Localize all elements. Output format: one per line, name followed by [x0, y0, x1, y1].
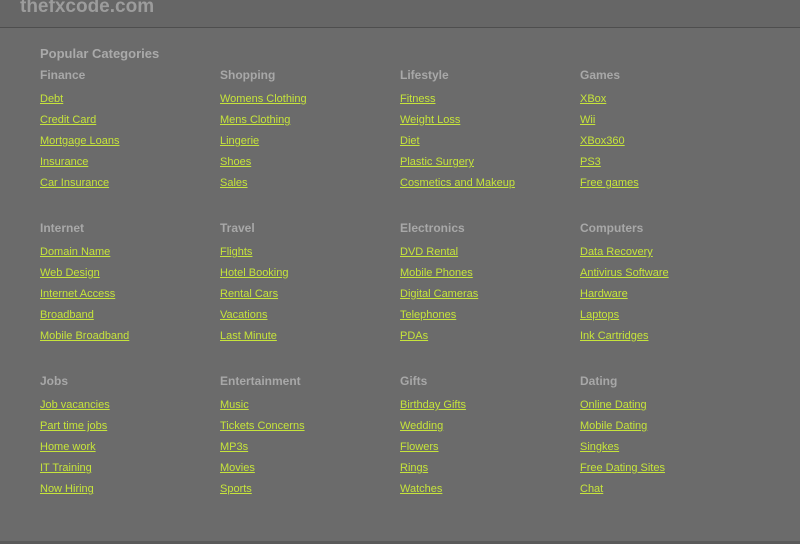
category-link[interactable]: DVD Rental	[400, 246, 458, 258]
category-link[interactable]: Online Dating	[580, 399, 647, 411]
site-title[interactable]: thefxcode.com	[20, 0, 154, 18]
category-link[interactable]: Chat	[580, 483, 603, 495]
category-link[interactable]: Rings	[400, 462, 428, 474]
category-link[interactable]: Mobile Broadband	[40, 330, 129, 342]
category-links: Fitness Weight Loss Diet Plastic Surgery…	[400, 92, 580, 197]
category-link[interactable]: Flowers	[400, 441, 439, 453]
category-link[interactable]: Mobile Phones	[400, 267, 473, 279]
category-group-travel: Travel Flights Hotel Booking Rental Cars…	[220, 221, 400, 350]
category-link[interactable]: Fitness	[400, 93, 435, 105]
category-link[interactable]: Womens Clothing	[220, 93, 307, 105]
category-link[interactable]: Shoes	[220, 156, 251, 168]
category-links: Domain Name Web Design Internet Access B…	[40, 245, 220, 350]
category-links: Music Tickets Concerns MP3s Movies Sport…	[220, 398, 400, 503]
category-links: Online Dating Mobile Dating Singkes Free…	[580, 398, 760, 503]
category-title: Finance	[40, 68, 86, 82]
category-link[interactable]: Data Recovery	[580, 246, 653, 258]
category-link[interactable]: Wii	[580, 114, 595, 126]
category-link[interactable]: PDAs	[400, 330, 428, 342]
category-link[interactable]: Broadband	[40, 309, 94, 321]
category-title: Lifestyle	[400, 68, 449, 82]
popular-categories-heading: Popular Categories	[40, 46, 160, 61]
category-link[interactable]: Telephones	[400, 309, 456, 321]
category-title: Entertainment	[220, 374, 301, 388]
category-link[interactable]: Domain Name	[40, 246, 110, 258]
category-link[interactable]: Now Hiring	[40, 483, 94, 495]
category-link[interactable]: Digital Cameras	[400, 288, 478, 300]
category-title: Travel	[220, 221, 255, 235]
category-link[interactable]: Singkes	[580, 441, 619, 453]
category-link[interactable]: Vacations	[220, 309, 268, 321]
category-link[interactable]: Web Design	[40, 267, 100, 279]
category-group-internet: Internet Domain Name Web Design Internet…	[40, 221, 220, 350]
category-group-lifestyle: Lifestyle Fitness Weight Loss Diet Plast…	[400, 68, 580, 197]
category-links: XBox Wii XBox360 PS3 Free games	[580, 92, 760, 197]
category-group-computers: Computers Data Recovery Antivirus Softwa…	[580, 221, 760, 350]
category-link[interactable]: Wedding	[400, 420, 443, 432]
category-link[interactable]: Home work	[40, 441, 96, 453]
category-link[interactable]: XBox	[580, 93, 606, 105]
category-link[interactable]: Ink Cartridges	[580, 330, 648, 342]
category-link[interactable]: Cosmetics and Makeup	[400, 177, 515, 189]
category-link[interactable]: Lingerie	[220, 135, 259, 147]
category-link[interactable]: Birthday Gifts	[400, 399, 466, 411]
category-links: Flights Hotel Booking Rental Cars Vacati…	[220, 245, 400, 350]
category-link[interactable]: Hotel Booking	[220, 267, 289, 279]
category-link[interactable]: Movies	[220, 462, 255, 474]
category-title: Gifts	[400, 374, 428, 388]
category-links: Data Recovery Antivirus Software Hardwar…	[580, 245, 760, 350]
category-link[interactable]: Car Insurance	[40, 177, 109, 189]
category-group-entertainment: Entertainment Music Tickets Concerns MP3…	[220, 374, 400, 503]
category-link[interactable]: Mens Clothing	[220, 114, 290, 126]
site-header: thefxcode.com	[0, 0, 800, 28]
category-link[interactable]: Watches	[400, 483, 442, 495]
category-title: Electronics	[400, 221, 465, 235]
category-title: Dating	[580, 374, 618, 388]
category-link[interactable]: Hardware	[580, 288, 628, 300]
category-link[interactable]: Free Dating Sites	[580, 462, 665, 474]
category-link[interactable]: Credit Card	[40, 114, 96, 126]
category-group-dating: Dating Online Dating Mobile Dating Singk…	[580, 374, 760, 503]
category-link[interactable]: Music	[220, 399, 249, 411]
category-links: Birthday Gifts Wedding Flowers Rings Wat…	[400, 398, 580, 503]
category-group-shopping: Shopping Womens Clothing Mens Clothing L…	[220, 68, 400, 197]
category-group-gifts: Gifts Birthday Gifts Wedding Flowers Rin…	[400, 374, 580, 503]
category-link[interactable]: MP3s	[220, 441, 248, 453]
category-link[interactable]: Job vacancies	[40, 399, 110, 411]
category-group-electronics: Electronics DVD Rental Mobile Phones Dig…	[400, 221, 580, 350]
category-link[interactable]: Mobile Dating	[580, 420, 647, 432]
category-link[interactable]: Free games	[580, 177, 639, 189]
category-group-games: Games XBox Wii XBox360 PS3 Free games	[580, 68, 760, 197]
category-link[interactable]: Laptops	[580, 309, 619, 321]
category-link[interactable]: Sales	[220, 177, 248, 189]
category-link[interactable]: Debt	[40, 93, 63, 105]
category-group-jobs: Jobs Job vacancies Part time jobs Home w…	[40, 374, 220, 503]
category-link[interactable]: XBox360	[580, 135, 625, 147]
category-link[interactable]: Weight Loss	[400, 114, 460, 126]
category-link[interactable]: Plastic Surgery	[400, 156, 474, 168]
category-title: Shopping	[220, 68, 276, 82]
category-title: Computers	[580, 221, 644, 235]
category-title: Internet	[40, 221, 85, 235]
category-link[interactable]: Antivirus Software	[580, 267, 669, 279]
category-title: Games	[580, 68, 621, 82]
category-link[interactable]: IT Training	[40, 462, 92, 474]
category-link[interactable]: Insurance	[40, 156, 88, 168]
category-link[interactable]: Internet Access	[40, 288, 115, 300]
category-link[interactable]: Diet	[400, 135, 420, 147]
category-links: Debt Credit Card Mortgage Loans Insuranc…	[40, 92, 220, 197]
category-links: Womens Clothing Mens Clothing Lingerie S…	[220, 92, 400, 197]
category-links: Job vacancies Part time jobs Home work I…	[40, 398, 220, 503]
category-link[interactable]: Tickets Concerns	[220, 420, 305, 432]
category-link[interactable]: Sports	[220, 483, 252, 495]
category-link[interactable]: Last Minute	[220, 330, 277, 342]
category-link[interactable]: Mortgage Loans	[40, 135, 120, 147]
category-group-finance: Finance Debt Credit Card Mortgage Loans …	[40, 68, 220, 197]
category-link[interactable]: Flights	[220, 246, 252, 258]
category-links: DVD Rental Mobile Phones Digital Cameras…	[400, 245, 580, 350]
category-link[interactable]: Rental Cars	[220, 288, 278, 300]
category-link[interactable]: Part time jobs	[40, 420, 107, 432]
category-link[interactable]: PS3	[580, 156, 601, 168]
category-title: Jobs	[40, 374, 69, 388]
